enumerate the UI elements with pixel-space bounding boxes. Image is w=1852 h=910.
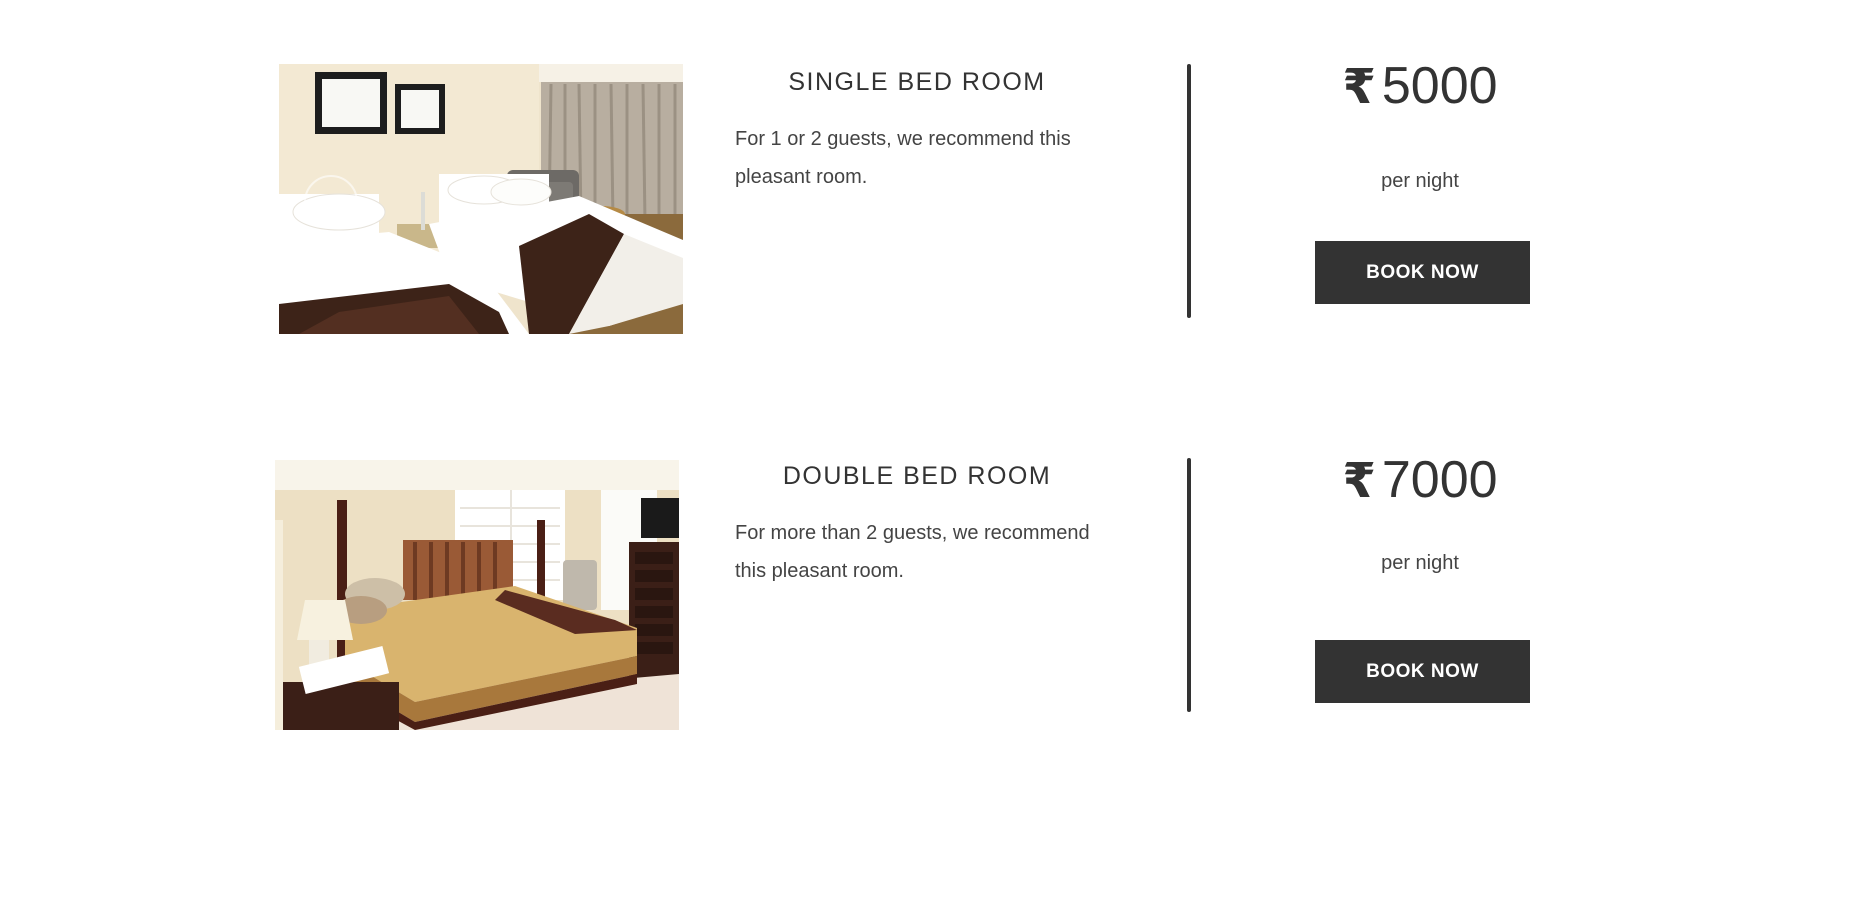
vertical-divider (1187, 64, 1191, 318)
book-now-button[interactable]: BOOK NOW (1315, 241, 1530, 304)
price-value: 5000 (1381, 57, 1498, 115)
double-room-photo (275, 460, 679, 730)
single-room-photo (279, 64, 683, 334)
room-description: For more than 2 guests, we recommend thi… (735, 522, 1090, 582)
price-unit: per night (1381, 170, 1459, 192)
room-description: For 1 or 2 guests, we recommend this ple… (735, 128, 1071, 188)
room-title: DOUBLE BED ROOM (782, 462, 1052, 490)
price-unit: per night (1381, 552, 1459, 574)
room-price: ₹5000 (1300, 56, 1540, 116)
rupee-icon: ₹ (1342, 61, 1376, 114)
price-value: 7000 (1381, 451, 1498, 509)
room-price: ₹7000 (1300, 450, 1540, 510)
room-title: SINGLE BED ROOM (788, 68, 1046, 96)
room-card-double: DOUBLE BED ROOM For more than 2 guests, … (0, 451, 1852, 738)
book-now-button[interactable]: BOOK NOW (1315, 640, 1530, 703)
vertical-divider (1187, 458, 1191, 712)
rupee-icon: ₹ (1342, 455, 1376, 508)
room-card-single: SINGLE BED ROOM For 1 or 2 guests, we re… (0, 57, 1852, 344)
